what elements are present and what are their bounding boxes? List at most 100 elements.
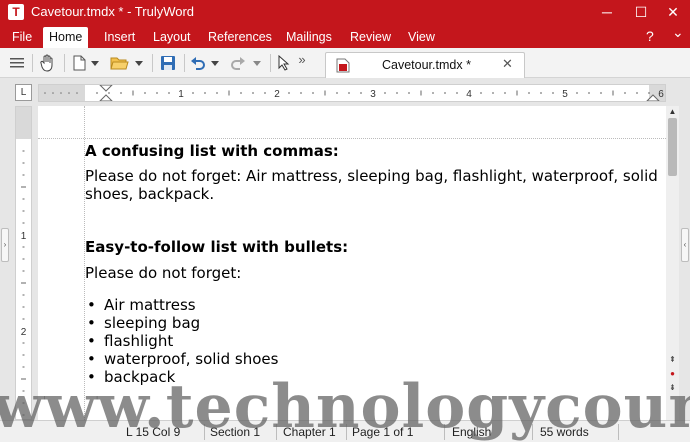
- maximize-button[interactable]: ☐: [624, 0, 658, 24]
- toolbar-divider: [64, 54, 65, 72]
- new-dropdown-arrow-icon[interactable]: [90, 52, 100, 74]
- ruler-number-label: 6: [658, 89, 664, 100]
- menu-layout[interactable]: Layout: [147, 27, 197, 48]
- list-item-text: waterproof, solid shoes: [104, 350, 279, 368]
- left-panel-grip[interactable]: ›: [1, 228, 9, 262]
- next-page-icon[interactable]: ⇟: [667, 382, 678, 393]
- ruler-number-label: 2: [274, 89, 280, 100]
- menu-bar: File Home Insert Layout References Maili…: [0, 24, 690, 48]
- toolbar-overflow-icon[interactable]: »: [296, 48, 308, 70]
- redo-icon[interactable]: [228, 52, 248, 74]
- open-dropdown-arrow-icon[interactable]: [134, 52, 144, 74]
- menu-home[interactable]: Home: [43, 27, 89, 48]
- list-item-text: Air mattress: [104, 296, 196, 314]
- status-section[interactable]: Section 1: [210, 423, 260, 441]
- ruler-tick: [52, 92, 54, 94]
- bullet-icon: •: [87, 368, 96, 386]
- paragraph-bullet-intro: Please do not forget:: [85, 264, 242, 282]
- toolbar-divider: [270, 54, 271, 72]
- undo-icon[interactable]: [188, 52, 208, 74]
- status-divider: [444, 424, 445, 440]
- list-item: • backpack: [85, 368, 278, 386]
- menu-review[interactable]: Review: [344, 27, 397, 48]
- app-window: T Cavetour.tmdx * - TrulyWord ─ ☐ ✕ File…: [0, 0, 690, 442]
- vertical-ruler-ticks: 12: [16, 107, 31, 416]
- horizontal-ruler[interactable]: 1 2 3 4 5 6: [38, 84, 666, 102]
- minimize-button[interactable]: ─: [590, 0, 624, 24]
- status-line-column[interactable]: L 15 Col 9: [126, 423, 180, 441]
- menu-file[interactable]: File: [6, 27, 38, 48]
- close-tab-icon[interactable]: ✕: [502, 56, 513, 72]
- document-file-icon: [336, 58, 350, 73]
- heading-bullet-list: Easy-to-follow list with bullets:: [85, 238, 349, 256]
- status-divider: [618, 424, 619, 440]
- paragraph-comma-list-line2: shoes, backpack.: [85, 185, 215, 203]
- previous-page-icon[interactable]: ⇞: [667, 354, 678, 365]
- browse-object-icon[interactable]: ●: [667, 368, 678, 379]
- bullet-icon: •: [87, 332, 96, 350]
- toolbar-divider: [184, 54, 185, 72]
- collapse-ribbon-icon[interactable]: ⌄: [672, 20, 684, 44]
- menu-mailings[interactable]: Mailings: [280, 27, 338, 48]
- quick-toolbar: » Cavetour.tmdx * ✕: [0, 48, 690, 78]
- document-workspace: › ‹ L 123456 12 A confusing list with co…: [0, 78, 690, 420]
- new-document-icon[interactable]: [70, 52, 88, 74]
- list-item: • flashlight: [85, 332, 278, 350]
- help-icon[interactable]: ?: [646, 24, 654, 48]
- status-chapter[interactable]: Chapter 1: [283, 423, 336, 441]
- ruler-tick: [44, 92, 46, 94]
- open-folder-icon[interactable]: [108, 52, 130, 74]
- document-page[interactable]: A confusing list with commas: Please do …: [38, 106, 666, 420]
- toolbar-divider: [152, 54, 153, 72]
- vertical-ruler[interactable]: 12: [15, 106, 32, 420]
- list-item-text: flashlight: [104, 332, 174, 350]
- scroll-up-icon[interactable]: ▲: [667, 106, 678, 117]
- bullet-list: • Air mattress • sleeping bag • flashlight …: [85, 296, 278, 386]
- ruler-number-label: 1: [21, 231, 27, 242]
- list-item-text: sleeping bag: [104, 314, 201, 332]
- status-divider: [204, 424, 205, 440]
- status-divider: [346, 424, 347, 440]
- select-pointer-icon[interactable]: [276, 52, 292, 74]
- paragraph-comma-list-line1: Please do not forget: Air mattress, slee…: [85, 167, 658, 185]
- bullet-icon: •: [87, 350, 96, 368]
- save-icon[interactable]: [158, 52, 178, 74]
- vertical-scrollbar[interactable]: ▲ ⇞ ● ⇟: [666, 106, 679, 420]
- menu-references[interactable]: References: [202, 27, 278, 48]
- undo-dropdown-arrow-icon[interactable]: [210, 52, 220, 74]
- ruler-tick: [60, 92, 62, 94]
- ruler-number-label: 5: [562, 89, 568, 100]
- status-divider: [532, 424, 533, 440]
- menu-insert[interactable]: Insert: [98, 27, 141, 48]
- sidebar-menu-icon[interactable]: [8, 52, 26, 74]
- status-word-count[interactable]: 55 words: [540, 423, 589, 441]
- title-bar: T Cavetour.tmdx * - TrulyWord ─ ☐ ✕: [0, 0, 690, 24]
- bullet-icon: •: [87, 314, 96, 332]
- app-logo-icon: T: [8, 4, 24, 20]
- ruler-number-label: 4: [466, 89, 472, 100]
- pan-hand-icon[interactable]: [38, 52, 58, 74]
- menu-view[interactable]: View: [402, 27, 441, 48]
- list-item: • sleeping bag: [85, 314, 278, 332]
- document-tab-label: Cavetour.tmdx *: [382, 58, 471, 72]
- bullet-icon: •: [87, 296, 96, 314]
- tab-stop-selector[interactable]: L: [15, 84, 32, 101]
- status-page[interactable]: Page 1 of 1: [352, 423, 413, 441]
- toolbar-divider: [32, 54, 33, 72]
- right-panel-grip[interactable]: ‹: [681, 228, 689, 262]
- horizontal-ruler-ticks: 1 2 3 4 5 6: [39, 85, 665, 101]
- ruler-number-label: 3: [370, 89, 376, 100]
- list-item-text: backpack: [104, 368, 176, 386]
- status-bar: L 15 Col 9 Section 1 Chapter 1 Page 1 of…: [0, 420, 690, 442]
- margin-guide-horizontal: [38, 138, 666, 139]
- document-tab[interactable]: Cavetour.tmdx * ✕: [325, 52, 525, 78]
- ruler-tick: [68, 92, 70, 94]
- list-item: • Air mattress: [85, 296, 278, 314]
- list-item: • waterproof, solid shoes: [85, 350, 278, 368]
- heading-comma-list: A confusing list with commas:: [85, 142, 339, 160]
- redo-dropdown-arrow-icon[interactable]: [252, 52, 262, 74]
- status-divider: [276, 424, 277, 440]
- status-language[interactable]: English: [452, 423, 491, 441]
- window-title: Cavetour.tmdx * - TrulyWord: [31, 4, 195, 19]
- scrollbar-thumb[interactable]: [668, 118, 677, 176]
